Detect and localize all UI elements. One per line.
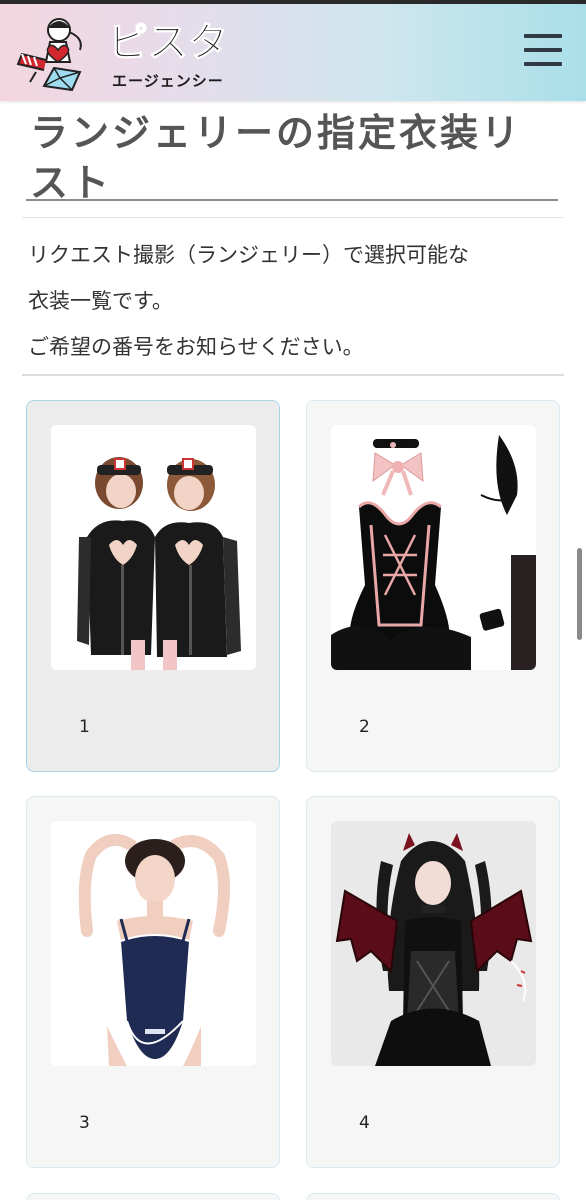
scrollbar[interactable]: [577, 548, 582, 640]
costume-card-2[interactable]: 2: [306, 400, 560, 772]
page-title: ランジェリーの指定衣装リスト: [30, 110, 523, 205]
site-header: ピスタ エージェンシー: [0, 4, 586, 101]
description-line: 衣装一覧です。: [28, 289, 173, 313]
divider: [22, 374, 564, 376]
costume-number: 4: [359, 1113, 370, 1133]
pista-agency-logo[interactable]: ピスタ エージェンシー: [14, 10, 229, 96]
costume-number: 1: [79, 717, 90, 737]
hamburger-menu-icon[interactable]: [520, 28, 566, 74]
costume-card-1[interactable]: 1: [26, 400, 280, 772]
costume-photo: [51, 425, 256, 670]
description-line: リクエスト撮影（ランジェリー）で選択可能な: [28, 243, 469, 267]
description-line: ご希望の番号をお知らせください。: [28, 335, 364, 359]
title-underline: [26, 199, 558, 201]
mascot-icon: [16, 18, 82, 92]
divider: [22, 217, 564, 218]
costume-number: 3: [79, 1113, 90, 1133]
costume-card-4[interactable]: 4: [306, 796, 560, 1168]
svg-text:ピスタ: ピスタ: [108, 20, 228, 66]
svg-text:エージェンシー: エージェンシー: [112, 72, 224, 90]
costume-number: 2: [359, 717, 370, 737]
costume-photo: [51, 821, 256, 1066]
costume-card-3[interactable]: 3: [26, 796, 280, 1168]
costume-card-6[interactable]: [306, 1193, 560, 1200]
page-description: リクエスト撮影（ランジェリー）で選択可能な 衣装一覧です。 ご希望の番号をお知ら…: [28, 232, 568, 370]
costume-card-5[interactable]: [26, 1193, 280, 1200]
costume-photo: [331, 821, 536, 1066]
costume-photo: [331, 425, 536, 670]
